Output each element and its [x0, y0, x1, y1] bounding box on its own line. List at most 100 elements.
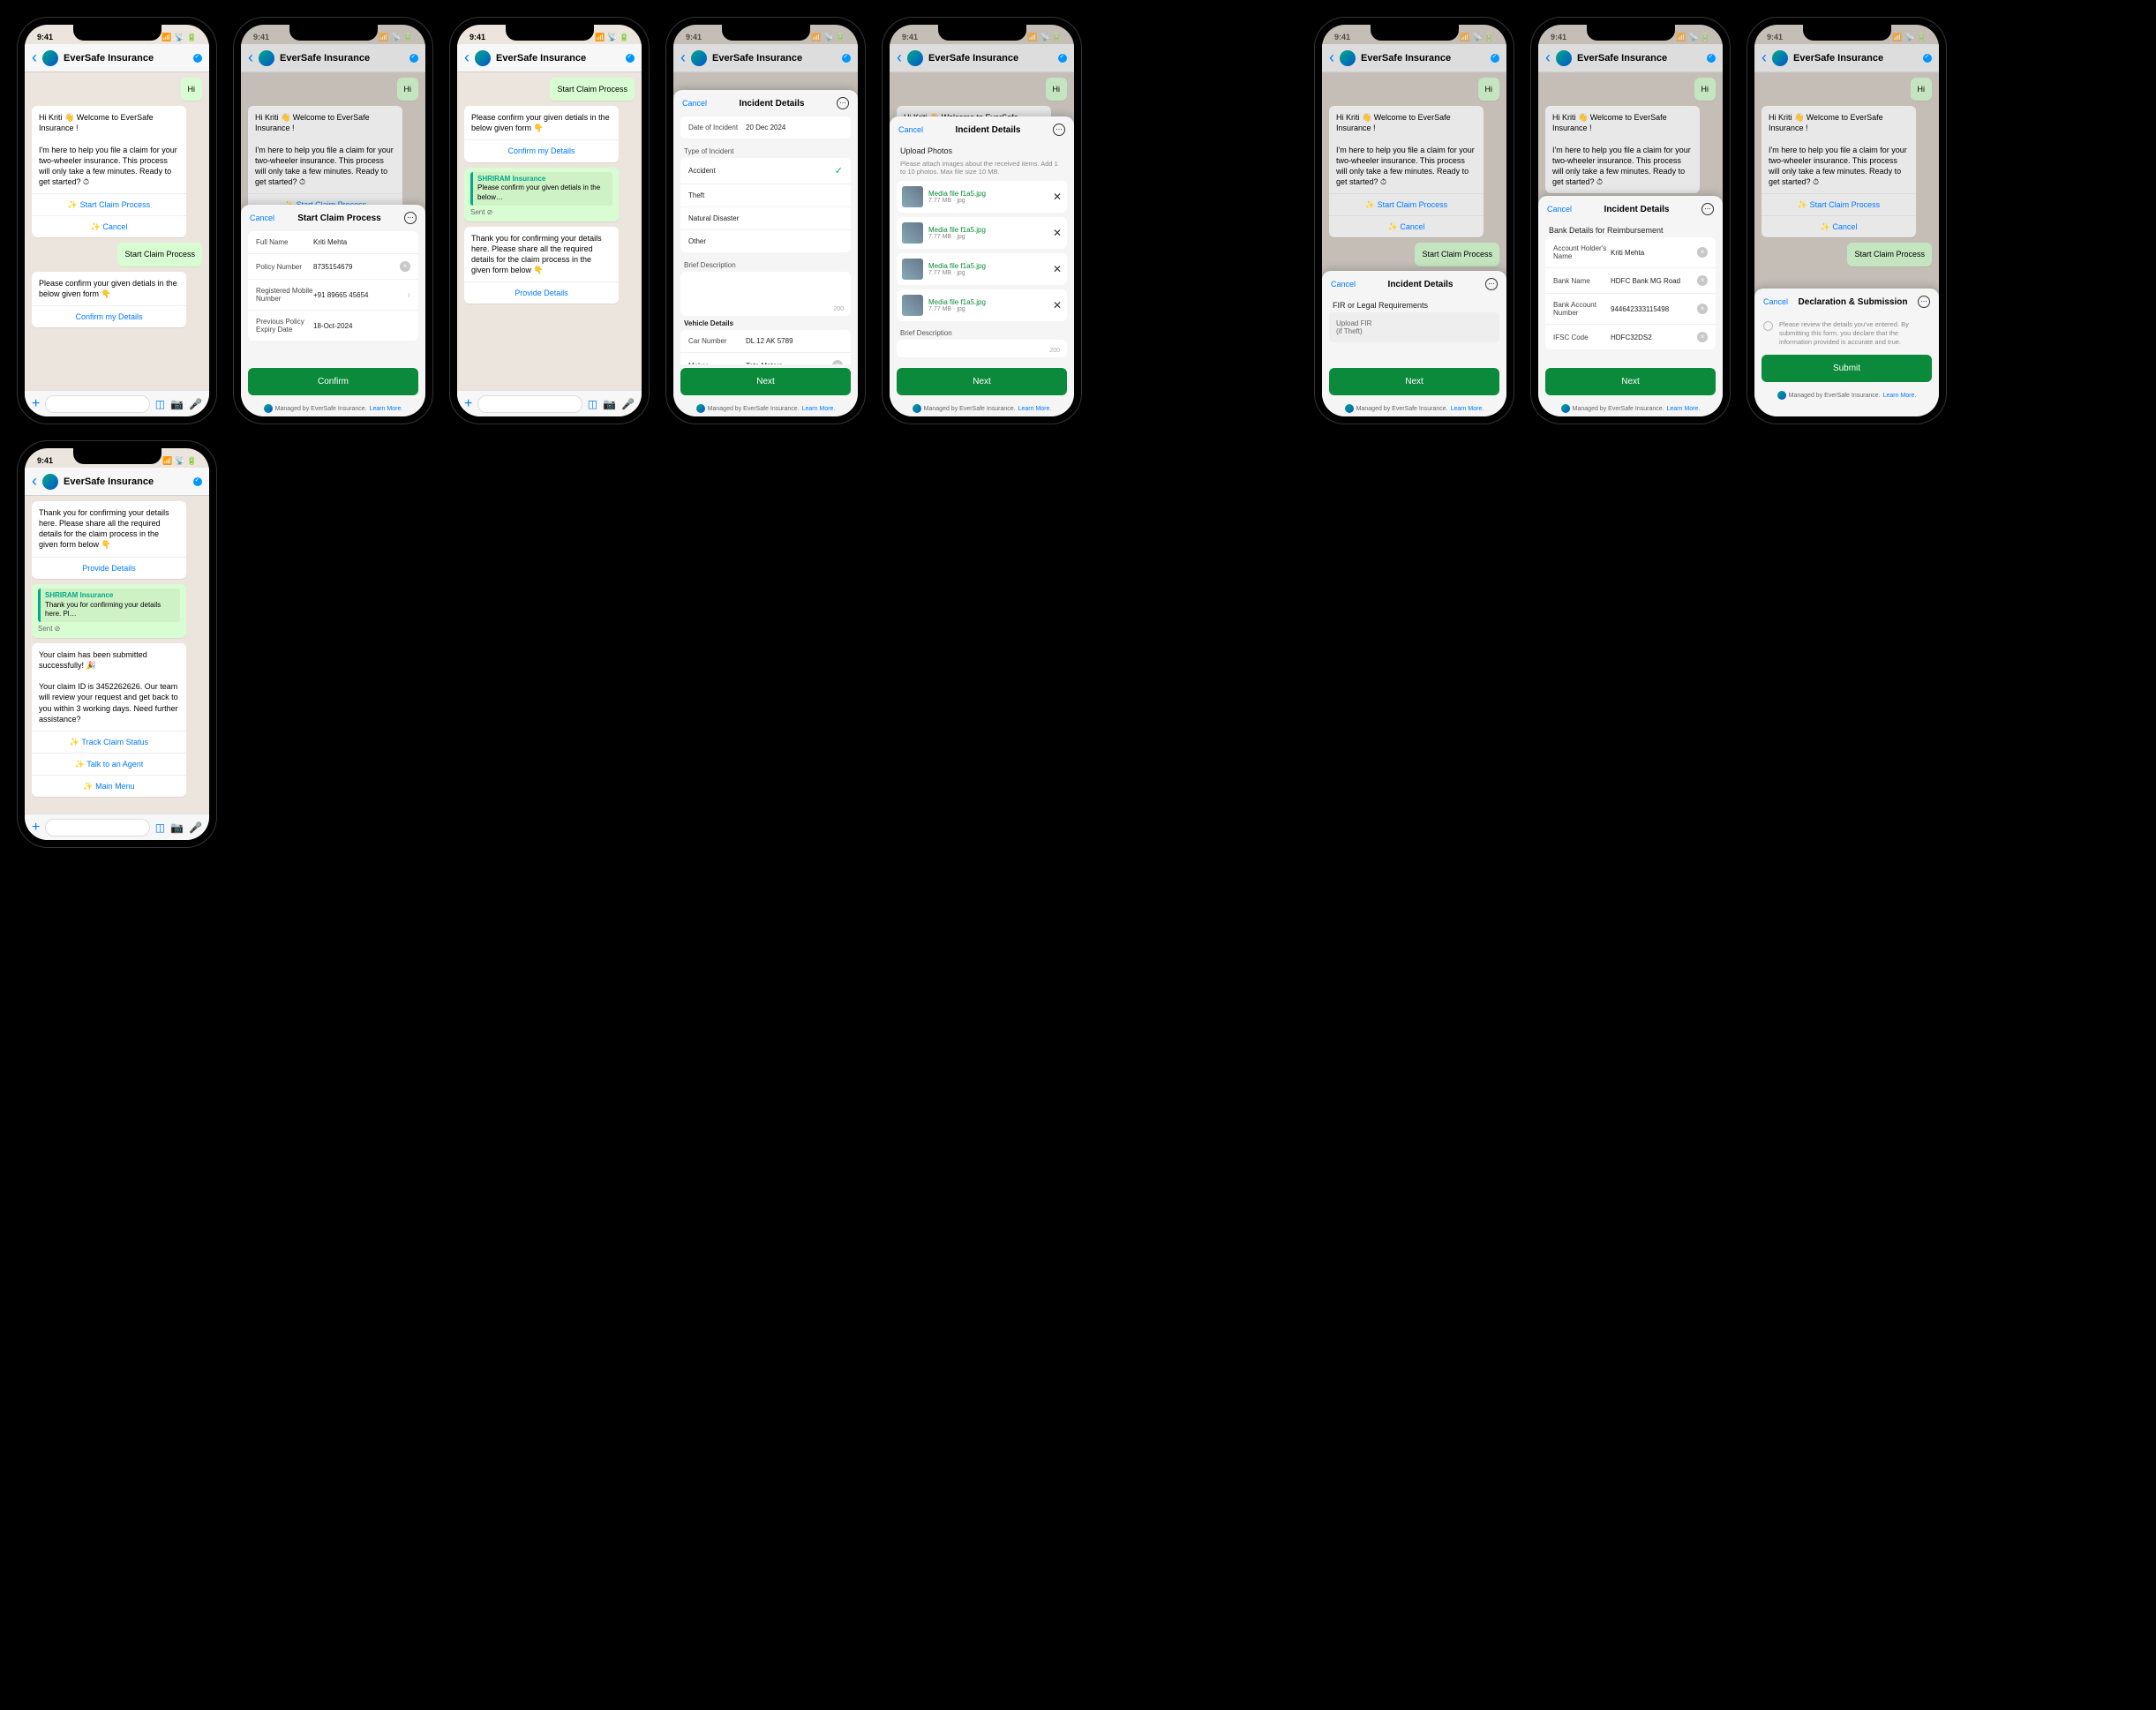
track-status-button[interactable]: ✨ Track Claim Status — [32, 731, 186, 753]
back-icon[interactable]: ‹ — [464, 49, 470, 67]
phone-8: 9:41📶 📡 🔋 ‹EverSafe Insurance Hi Hi Krit… — [1747, 18, 1946, 424]
uploaded-file: Media file f1a5.jpg7.77 MB · jpg✕ — [897, 217, 1067, 249]
clear-icon[interactable]: × — [1697, 332, 1708, 342]
type-natural[interactable]: Natural Disaster — [680, 207, 851, 230]
msg-out-start: Start Claim Process — [117, 243, 202, 266]
radio-icon[interactable] — [1763, 321, 1773, 331]
main-menu-button[interactable]: ✨ Main Menu — [32, 775, 186, 797]
field-policy-number[interactable]: Policy Number8735154679× — [248, 254, 418, 280]
field-expiry-date[interactable]: Previous Policy Expiry Date18-Oct-2024 — [248, 311, 418, 341]
battery-icon: 🔋 — [187, 33, 197, 42]
quoted-reply: SHRIRAM InsuranceThank you for confirmin… — [32, 584, 186, 638]
camera-icon[interactable]: 📷 — [603, 398, 616, 410]
provide-details-button[interactable]: Provide Details — [32, 557, 186, 579]
fir-sheet: CancelIncident Details⋯ FIR or Legal Req… — [1322, 271, 1506, 416]
check-icon: ✓ — [835, 165, 843, 176]
brief-description-input[interactable]: 200 — [680, 272, 851, 316]
back-icon[interactable]: ‹ — [32, 49, 37, 67]
submit-button[interactable]: Submit — [1762, 355, 1932, 382]
msg-success: Your claim has been submitted successful… — [32, 643, 186, 797]
remove-icon[interactable]: ✕ — [1053, 299, 1062, 311]
camera-icon[interactable]: 📷 — [170, 821, 184, 834]
sheet-title: Start Claim Process — [297, 214, 381, 223]
bank-details-sheet: CancelIncident Details⋯ Bank Details for… — [1538, 196, 1723, 416]
provide-details-button[interactable]: Provide Details — [464, 281, 619, 304]
next-button[interactable]: Next — [1545, 368, 1716, 395]
confirm-details-button[interactable]: Confirm my Details — [464, 139, 619, 161]
remove-icon[interactable]: ✕ — [1053, 191, 1062, 203]
field-car-number[interactable]: Car NumberDL 12 AK 5789 — [680, 330, 851, 353]
confirm-button[interactable]: Confirm — [248, 368, 418, 395]
remove-icon[interactable]: ✕ — [1053, 227, 1062, 239]
sheet-cancel[interactable]: Cancel — [250, 214, 274, 222]
type-accident[interactable]: Accident✓ — [680, 158, 851, 184]
field-mobile[interactable]: Registered Mobile Number+91 89665 45654› — [248, 280, 418, 311]
remove-icon[interactable]: ✕ — [1053, 263, 1062, 275]
verified-icon — [409, 54, 418, 63]
message-input[interactable] — [45, 819, 149, 836]
chat-title[interactable]: EverSafe Insurance — [64, 53, 188, 64]
learn-more-link[interactable]: Learn More. — [370, 406, 403, 412]
next-button[interactable]: Next — [1329, 368, 1499, 395]
talk-agent-button[interactable]: ✨ Talk to an Agent — [32, 753, 186, 775]
clear-icon[interactable]: × — [1697, 275, 1708, 286]
thumbnail — [902, 186, 923, 207]
clear-icon[interactable]: × — [1697, 304, 1708, 314]
brief-description-input[interactable]: 200 — [897, 340, 1067, 357]
welcome-text: Hi Kriti 👋 Welcome to EverSafe Insurance… — [39, 112, 179, 133]
field-ifsc[interactable]: IFSC CodeHDFC32DS2× — [1545, 325, 1716, 349]
input-bar: + ◫ 📷 🎤 — [25, 390, 209, 416]
notch — [506, 25, 594, 41]
field-maker[interactable]: MakerTata Motors× — [680, 353, 851, 364]
next-button[interactable]: Next — [897, 368, 1067, 395]
mic-icon[interactable]: 🎤 — [189, 398, 202, 410]
mic-icon[interactable]: 🎤 — [189, 821, 202, 834]
incident-details-sheet: CancelIncident Details⋯ Date of Incident… — [673, 90, 858, 416]
field-full-name[interactable]: Full NameKriti Mehta — [248, 231, 418, 254]
field-account-number[interactable]: Bank Account Number944642333115498× — [1545, 294, 1716, 325]
chat-header: ‹ EverSafe Insurance — [25, 44, 209, 72]
quoted-reply: SHRIRAM InsurancePlease confirm your giv… — [464, 168, 619, 221]
uploaded-file: Media file f1a5.jpg7.77 MB · jpg✕ — [897, 253, 1067, 285]
menu-icon[interactable]: ⋯ — [404, 212, 417, 224]
field-account-holder[interactable]: Account Holder's NameKriti Mehta× — [1545, 237, 1716, 268]
type-other[interactable]: Other — [680, 230, 851, 252]
sticker-icon[interactable]: ◫ — [155, 821, 165, 834]
chat-area: Hi Hi Kriti 👋 Welcome to EverSafe Insura… — [25, 72, 209, 390]
sticker-icon[interactable]: ◫ — [588, 398, 597, 410]
plus-icon[interactable]: + — [32, 820, 40, 836]
menu-icon[interactable]: ⋯ — [837, 97, 849, 109]
plus-icon[interactable]: + — [32, 396, 40, 412]
signal-icon: 📶 — [162, 33, 171, 42]
message-input[interactable] — [477, 395, 582, 413]
sheet-cancel[interactable]: Cancel — [682, 99, 707, 108]
field-incident-date[interactable]: Date of Incident20 Dec 2024 — [680, 116, 851, 139]
start-claim-button[interactable]: ✨ Start Claim Process — [32, 193, 186, 215]
confirm-details-button[interactable]: Confirm my Details — [32, 305, 186, 327]
message-input[interactable] — [45, 395, 149, 413]
upload-fir-input[interactable]: Upload FIR (if Theft) — [1329, 312, 1499, 342]
confirm-text: Please confirm your given detials in the… — [32, 272, 186, 305]
intro-text: I'm here to help you file a claim for yo… — [39, 145, 179, 188]
next-button[interactable]: Next — [680, 368, 851, 395]
back-icon[interactable]: ‹ — [32, 472, 37, 491]
sticker-icon[interactable]: ◫ — [155, 398, 165, 410]
start-claim-sheet: Cancel Start Claim Process ⋯ Full NameKrit… — [241, 205, 425, 416]
plus-icon[interactable]: + — [464, 396, 472, 412]
uploaded-file: Media file f1a5.jpg7.77 MB · jpg✕ — [897, 289, 1067, 321]
clear-icon[interactable]: × — [400, 261, 410, 272]
camera-icon[interactable]: 📷 — [170, 398, 184, 410]
clear-icon[interactable]: × — [832, 360, 843, 364]
avatar[interactable] — [42, 50, 58, 66]
avatar — [259, 50, 274, 66]
declaration-sheet: CancelDeclaration & Submission⋯ Please r… — [1754, 289, 1939, 416]
cancel-button[interactable]: ✨ Cancel — [32, 215, 186, 237]
msg-welcome: Hi Kriti 👋 Welcome to EverSafe Insurance… — [32, 106, 186, 237]
declaration-row[interactable]: Please review the details you've entered… — [1754, 315, 1939, 351]
back-icon[interactable]: ‹ — [248, 49, 253, 67]
type-theft[interactable]: Theft — [680, 184, 851, 207]
mic-icon[interactable]: 🎤 — [621, 398, 635, 410]
clear-icon[interactable]: × — [1697, 247, 1708, 258]
field-bank-name[interactable]: Bank NameHDFC Bank MG Road× — [1545, 268, 1716, 294]
phone-3: 9:41📶 📡 🔋 ‹EverSafe Insurance Start Clai… — [450, 18, 649, 424]
